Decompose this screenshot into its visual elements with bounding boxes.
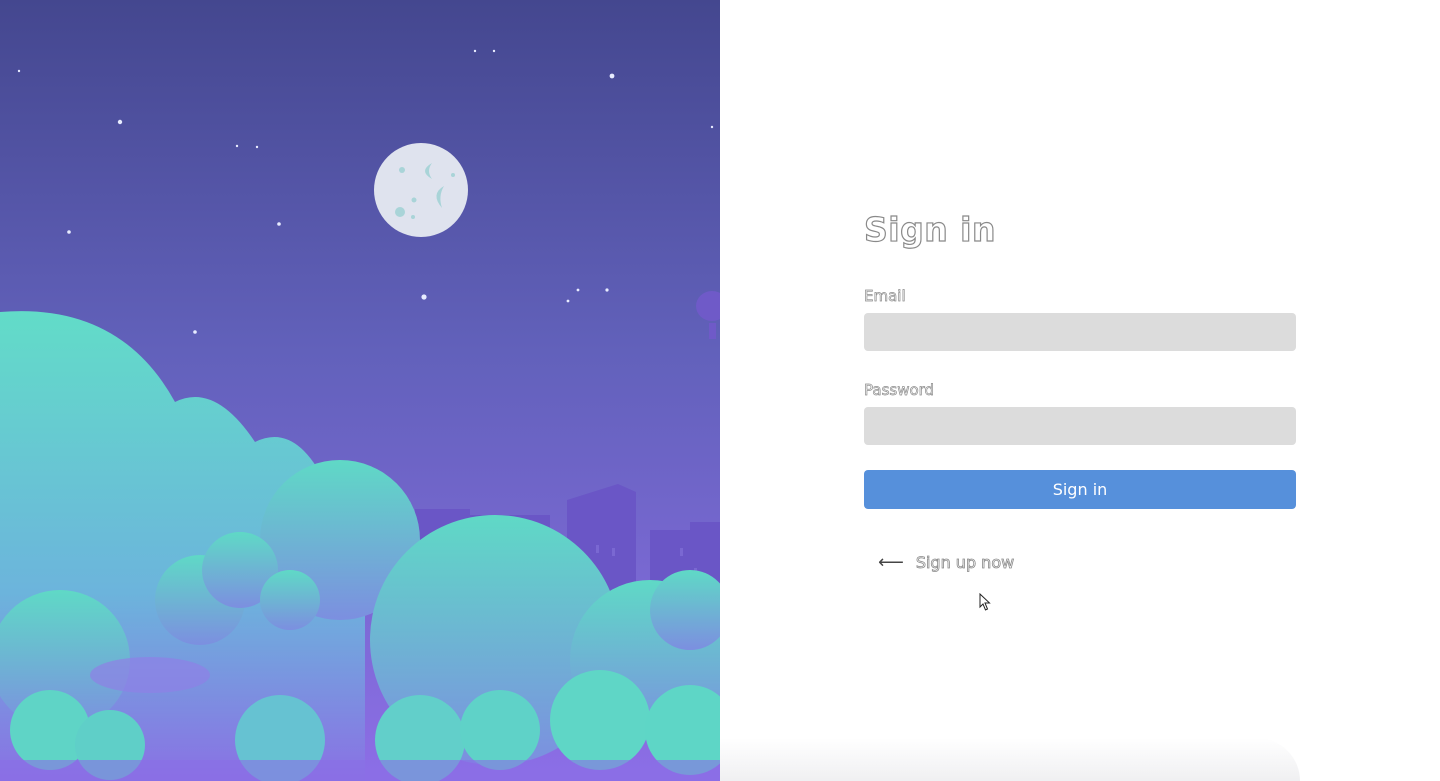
page-title: Sign in bbox=[863, 209, 996, 249]
signin-panel: Sign in Email Password Sign in ⟵ Sign up… bbox=[720, 0, 1440, 781]
mouse-pointer-icon bbox=[979, 593, 991, 611]
night-sky-illustration bbox=[0, 0, 720, 781]
email-label: Email bbox=[864, 287, 906, 306]
bottom-shadow bbox=[720, 738, 1300, 781]
signup-link[interactable]: ⟵ Sign up now bbox=[878, 553, 1296, 573]
password-input[interactable] bbox=[864, 407, 1296, 445]
moon bbox=[374, 143, 468, 237]
hero-illustration bbox=[0, 0, 720, 781]
password-label: Password bbox=[864, 381, 935, 400]
left-arrow-icon: ⟵ bbox=[878, 552, 904, 573]
signup-link-label: Sign up now bbox=[915, 553, 1015, 573]
signin-form: Sign in Email Password Sign in ⟵ Sign up… bbox=[863, 209, 1296, 573]
email-input[interactable] bbox=[864, 313, 1296, 351]
signin-button[interactable]: Sign in bbox=[864, 470, 1296, 509]
